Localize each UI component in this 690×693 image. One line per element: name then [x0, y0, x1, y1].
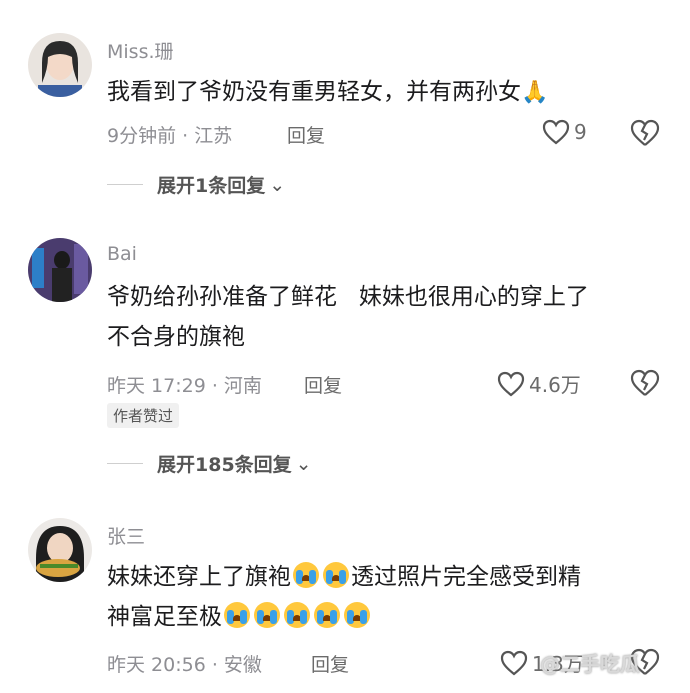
comment-text-content: 我看到了爷奶没有重男轻女，并有两孙女: [107, 79, 521, 105]
pray-emoji-icon: 🙏: [521, 80, 549, 105]
crying-emoji-icon: [344, 602, 370, 628]
username[interactable]: Miss.珊: [107, 37, 174, 64]
reply-button[interactable]: 回复: [287, 121, 325, 148]
reply-button[interactable]: 回复: [311, 650, 349, 677]
comment-time-location: 9分钟前 · 江苏: [107, 125, 233, 147]
expand-replies-button[interactable]: 展开185条回复 ⌄: [107, 450, 312, 477]
expand-replies-button[interactable]: 展开1条回复 ⌄: [107, 171, 285, 198]
like-count: 4.6万: [529, 373, 581, 397]
broken-heart-icon: [630, 119, 660, 146]
dislike-button[interactable]: [630, 119, 660, 151]
chevron-down-icon: ⌄: [269, 173, 286, 196]
author-liked-badge: 作者赞过: [107, 403, 180, 428]
comment-time-location: 昨天 17:29 · 河南: [107, 375, 262, 397]
expand-replies-label: 展开1条回复: [157, 175, 266, 197]
heart-icon: [542, 119, 570, 145]
expand-replies-label: 展开185条回复: [157, 454, 292, 476]
crying-emoji-icon: [314, 602, 340, 628]
comment-text: 爷奶给孙孙准备了鲜花 妹妹也很用心的穿上了 不合身的旗袍: [107, 277, 667, 357]
divider: [107, 463, 143, 464]
avatar[interactable]: [28, 238, 92, 302]
comment-time-location: 昨天 20:56 · 安徽: [107, 654, 262, 676]
crying-emoji-icon: [254, 602, 280, 628]
crying-emoji-icon: [224, 602, 250, 628]
dislike-button[interactable]: [630, 369, 660, 401]
comment-text: 妹妹还穿上了旗袍 透过照片完全感受到精 神富足至极: [107, 557, 667, 637]
like-button[interactable]: 4.6万: [497, 369, 581, 398]
crying-emoji-icon: [284, 602, 310, 628]
like-button[interactable]: 9: [542, 119, 587, 145]
avatar[interactable]: [28, 518, 92, 582]
reply-button[interactable]: 回复: [304, 371, 342, 398]
comment-text-line: 爷奶给孙孙准备了鲜花 妹妹也很用心的穿上了: [107, 284, 589, 310]
username[interactable]: 张三: [107, 522, 145, 549]
heart-icon: [497, 371, 525, 396]
username[interactable]: Bai: [107, 243, 137, 265]
divider: [107, 184, 143, 185]
like-count: 9: [574, 120, 587, 144]
avatar[interactable]: [28, 33, 92, 97]
comment-text-line: 不合身的旗袍: [107, 324, 245, 350]
chevron-down-icon: ⌄: [295, 452, 312, 475]
comment-text-content: 神富足至极: [107, 604, 222, 630]
comment-text-line: 妹妹还穿上了旗袍 透过照片完全感受到精: [107, 557, 667, 597]
watermark: @二手吃瓜: [540, 652, 640, 676]
crying-emoji-icon: [293, 562, 319, 588]
comment-text-content: 妹妹还穿上了旗袍: [107, 564, 291, 590]
comment-text-content: 透过照片完全感受到精: [351, 564, 581, 590]
heart-icon: [500, 650, 528, 675]
comment-text-line: 神富足至极: [107, 597, 667, 637]
crying-emoji-icon: [323, 562, 349, 588]
comment-text: 我看到了爷奶没有重男轻女，并有两孙女🙏: [107, 72, 667, 113]
broken-heart-icon: [630, 369, 660, 396]
